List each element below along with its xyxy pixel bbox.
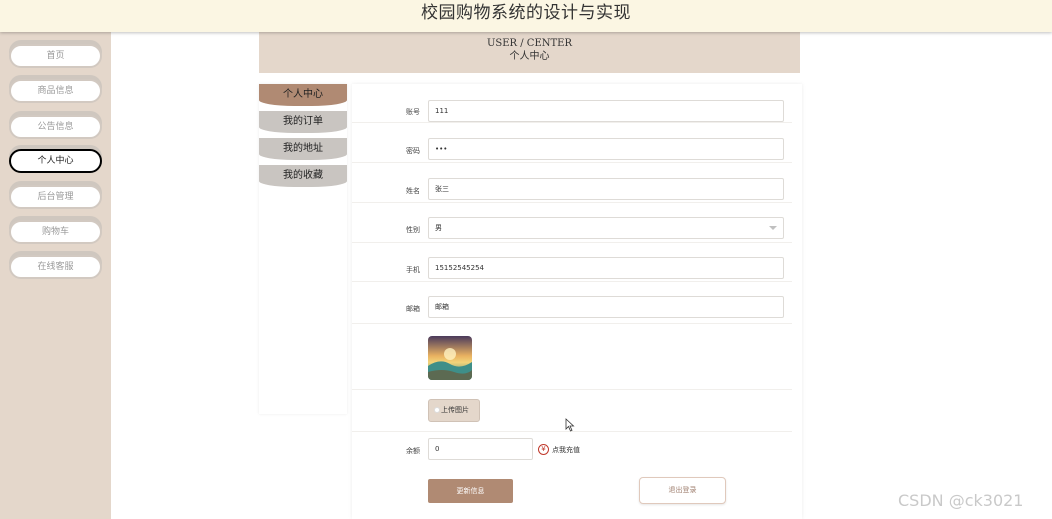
name-field[interactable]: 张三 — [428, 178, 784, 200]
user-menu: 个人中心 我的订单 我的地址 我的收藏 — [259, 84, 347, 414]
logout-button[interactable]: 退出登录 — [639, 477, 726, 504]
menu-item-user-center[interactable]: 个人中心 — [259, 84, 347, 106]
phone-field[interactable]: 15152545254 — [428, 257, 784, 279]
sidebar-item-announcements[interactable]: 公告信息 — [9, 115, 102, 139]
account-field[interactable]: 111 — [428, 100, 784, 122]
recharge-link[interactable]: 点我充值 — [552, 445, 580, 455]
sidebar-item-products[interactable]: 商品信息 — [9, 79, 102, 103]
watermark: CSDN @ck3021 — [898, 491, 1024, 510]
form-row-phone: 手机 15152545254 — [352, 243, 792, 282]
menu-item-my-orders[interactable]: 我的订单 — [259, 111, 347, 133]
profile-form: 账号 111 密码 ••• 姓名 张三 性别 男 手机 15152545254 … — [352, 84, 802, 519]
phone-label: 手机 — [406, 266, 420, 274]
password-field[interactable]: ••• — [428, 138, 784, 160]
gender-label: 性别 — [406, 226, 420, 234]
section-banner: USER / CENTER 个人中心 — [259, 32, 800, 73]
password-label: 密码 — [406, 147, 420, 155]
form-row-password: 密码 ••• — [352, 123, 792, 163]
update-info-button[interactable]: 更新信息 — [428, 479, 513, 503]
sidebar-item-admin[interactable]: 后台管理 — [9, 185, 102, 209]
account-label: 账号 — [406, 108, 420, 116]
sidebar-item-customer-service[interactable]: 在线客服 — [9, 255, 102, 279]
chevron-down-icon — [769, 226, 777, 230]
email-field[interactable]: 邮箱 — [428, 296, 784, 318]
form-row-account: 账号 111 — [352, 84, 792, 123]
mouse-cursor-icon — [565, 418, 575, 432]
menu-item-my-favorites[interactable]: 我的收藏 — [259, 165, 347, 187]
banner-english-title: USER / CENTER — [486, 38, 573, 49]
form-row-avatar — [352, 324, 792, 390]
sidebar-item-user-center[interactable]: 个人中心 — [9, 149, 102, 173]
menu-item-my-address[interactable]: 我的地址 — [259, 138, 347, 160]
top-header: 校园购物系统的设计与实现 — [0, 0, 1052, 32]
sidebar: 首页 商品信息 公告信息 个人中心 后台管理 购物车 在线客服 — [0, 32, 111, 519]
form-row-name: 姓名 张三 — [352, 163, 792, 203]
yen-icon: ¥ — [538, 444, 549, 455]
page-title: 校园购物系统的设计与实现 — [421, 3, 631, 23]
balance-label: 余额 — [406, 447, 420, 455]
avatar-image — [428, 336, 472, 380]
balance-field: 0 — [428, 438, 533, 460]
sidebar-item-cart[interactable]: 购物车 — [9, 220, 102, 244]
name-label: 姓名 — [406, 187, 420, 195]
banner-chinese-title: 个人中心 — [509, 51, 550, 62]
sidebar-item-home[interactable]: 首页 — [9, 44, 102, 68]
gender-value: 男 — [435, 224, 442, 232]
form-row-email: 邮箱 邮箱 — [352, 282, 792, 324]
form-row-gender: 性别 男 — [352, 203, 792, 243]
email-label: 邮箱 — [406, 305, 420, 313]
gender-select[interactable]: 男 — [428, 217, 784, 239]
